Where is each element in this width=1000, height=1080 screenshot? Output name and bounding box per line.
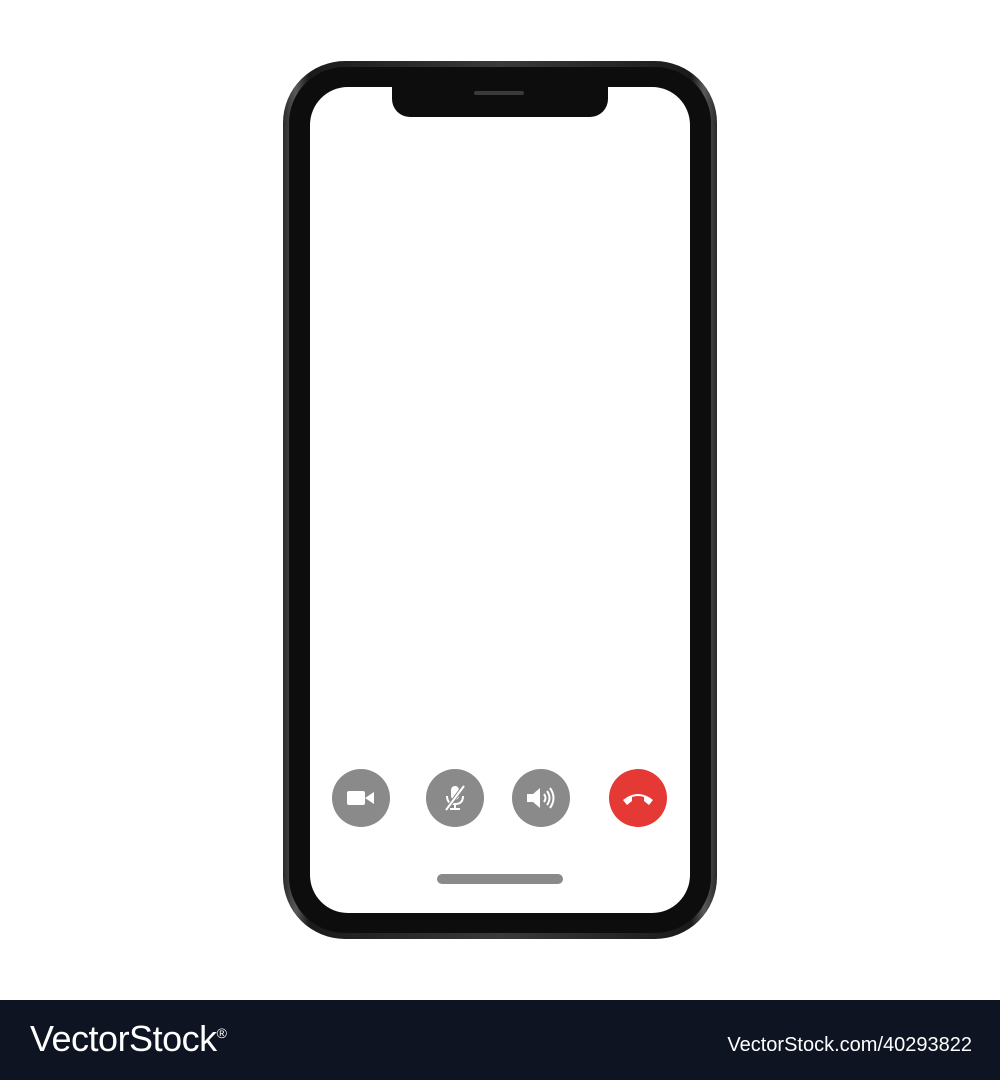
- registered-mark: ®: [216, 1025, 227, 1041]
- watermark-bar: VectorStock® VectorStock.com/40293822: [0, 1000, 1000, 1080]
- notch: [392, 87, 608, 117]
- speaker-icon: [527, 787, 555, 809]
- home-indicator[interactable]: [437, 874, 563, 884]
- watermark-logo: VectorStock®: [30, 1018, 227, 1060]
- video-button[interactable]: [332, 769, 390, 827]
- earpiece-speaker: [474, 91, 524, 95]
- watermark-image-id: VectorStock.com/40293822: [727, 1034, 972, 1056]
- microphone-muted-icon: [444, 784, 466, 812]
- page: VectorStock® VectorStock.com/40293822: [0, 0, 1000, 1080]
- speaker-button[interactable]: [512, 769, 570, 827]
- watermark-brand-text: VectorStock: [30, 1018, 217, 1059]
- phone-frame: [283, 61, 717, 939]
- video-camera-icon: [347, 791, 374, 805]
- mute-button[interactable]: [426, 769, 484, 827]
- end-call-icon: [623, 794, 653, 805]
- end-call-button[interactable]: [609, 769, 667, 827]
- phone-screen: [310, 87, 690, 913]
